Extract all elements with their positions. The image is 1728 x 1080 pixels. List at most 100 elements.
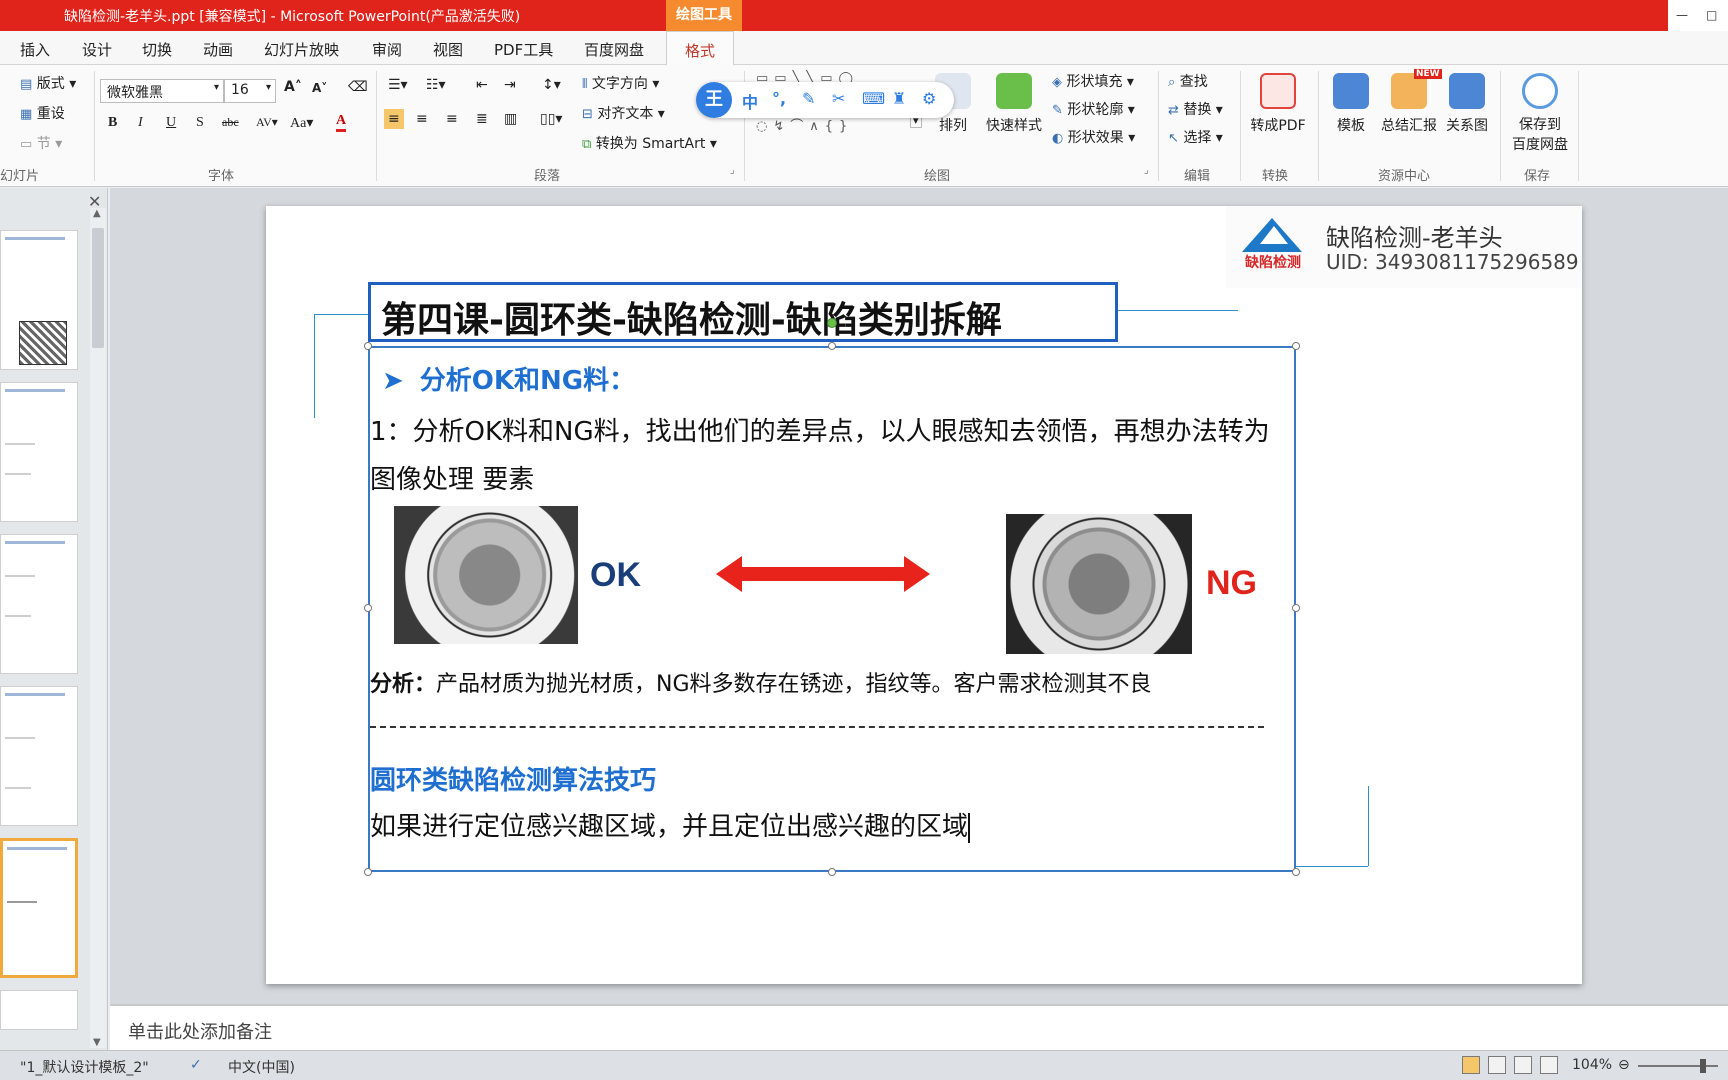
align-right-icon[interactable]: ≡ [446,111,458,127]
scroll-up-icon[interactable]: ▲ [93,208,101,219]
ok-label[interactable]: OK [590,556,641,595]
maximize-icon[interactable]: □ [1706,8,1717,22]
grow-font-icon[interactable]: A˄ [284,79,302,95]
resize-handle[interactable] [1292,342,1300,350]
change-case-icon[interactable]: Aa▾ [290,115,313,132]
slide-thumbnail[interactable] [0,534,78,674]
align-center-icon[interactable]: ≡ [416,111,428,127]
slide[interactable]: 缺陷检测 缺陷检测-老羊头 UID: 3493081175296589 第四课-… [266,206,1582,984]
strikethrough-icon[interactable]: abc [222,115,239,130]
settings-icon[interactable]: ⚙ [922,89,936,108]
analysis-paragraph[interactable]: 分析：产品材质为抛光材质，NG料多数存在锈迹，指纹等。客户需求检测其不良 [370,666,1280,698]
tab-transitions[interactable]: 切换 [142,39,172,60]
resize-handle[interactable] [828,868,836,876]
theme-name[interactable]: "1_默认设计模板_2" [20,1057,149,1077]
resize-handle[interactable] [1292,868,1300,876]
reading-view-icon[interactable] [1514,1056,1532,1074]
notes-pane[interactable]: 单击此处添加备注 [110,1004,1728,1050]
dialog-launcher-icon[interactable]: ⌟ [1144,165,1149,176]
dialog-launcher-icon[interactable]: ⌟ [730,165,735,176]
shrink-font-icon[interactable]: A˅ [312,81,327,95]
pen-icon[interactable]: ✎ [802,89,815,108]
tab-review[interactable]: 审阅 [372,39,402,60]
zoom-slider-track[interactable] [1638,1065,1718,1067]
columns-icon[interactable]: ▯▯▾ [540,111,562,127]
distributed-icon[interactable]: ▥ [504,111,517,127]
double-arrow-icon[interactable] [716,556,930,592]
line-spacing-icon[interactable]: ↕▾ [542,77,561,93]
shadow-icon[interactable]: S [196,115,204,131]
summary-report-button[interactable]: 总结汇报 [1376,73,1442,135]
tab-slideshow[interactable]: 幻灯片放映 [264,39,339,60]
resize-handle[interactable] [1292,604,1300,612]
tab-design[interactable]: 设计 [82,39,112,60]
decrease-indent-icon[interactable]: ⇤ [476,77,488,93]
justify-icon[interactable]: ≣ [476,111,488,127]
scroll-down-icon[interactable]: ▼ [93,1037,101,1048]
notes-placeholder[interactable]: 单击此处添加备注 [128,1018,272,1044]
underline-icon[interactable]: U [166,115,176,131]
ok-sample-image[interactable] [394,506,578,644]
align-left-icon[interactable]: ≡ [384,109,404,129]
convert-pdf-button[interactable]: 转成PDF [1246,73,1310,135]
select-button[interactable]: ↖ 选择 ▾ [1168,127,1223,147]
subheading-analysis[interactable]: ➤ 分析OK和NG料： [382,360,635,397]
keyboard-icon[interactable]: ⌨ [862,89,885,108]
minimize-icon[interactable]: — [1676,8,1688,22]
zoom-out-icon[interactable]: ⊖ [1618,1057,1630,1073]
shape-outline-button[interactable]: ✎ 形状轮廓 ▾ [1052,99,1135,119]
find-button[interactable]: ⌕ 查找 [1168,71,1208,91]
ng-sample-image[interactable] [1006,514,1192,654]
slide-thumbnail-selected[interactable] [0,838,78,978]
tab-baidu-disk[interactable]: 百度网盘 [584,39,644,60]
scissors-icon[interactable]: ✂ [832,89,845,108]
increase-indent-icon[interactable]: ⇥ [504,77,516,93]
save-baidu-button[interactable]: 保存到 百度网盘 [1504,73,1576,155]
subheading-algorithm[interactable]: 圆环类缺陷检测算法技巧 [370,760,656,797]
char-spacing-icon[interactable]: AV▾ [256,115,278,130]
paragraph-step1[interactable]: 1：分析OK料和NG料，找出他们的差异点，以人眼感知去领悟，再想办法转为 图像处… [370,408,1280,504]
punctuation-icon[interactable]: °, [772,89,786,108]
text-direction-button[interactable]: ⫴ 文字方向 ▾ [582,73,659,93]
slide-thumbnail[interactable] [0,230,78,370]
normal-view-icon[interactable] [1462,1056,1480,1074]
resize-handle[interactable] [364,604,372,612]
skin-icon[interactable]: ♜ [892,89,906,108]
spellcheck-icon[interactable]: ✓ [190,1057,202,1073]
font-color-icon[interactable]: A [336,113,347,132]
bullets-icon[interactable]: ☰▾ [388,77,408,93]
drawing-tools-context-tab[interactable]: 绘图工具 [666,0,742,31]
reset-button[interactable]: ▦ 重设 [20,103,65,123]
quick-styles-button[interactable]: 快速样式 [978,73,1050,135]
tab-insert[interactable]: 插入 [20,39,50,60]
resize-handle[interactable] [364,868,372,876]
ime-mode-toggle[interactable]: 中 [742,89,758,113]
font-name-combo[interactable]: 微软雅黑 ▾ [100,79,224,103]
slide-title[interactable]: 第四课-圆环类-缺陷检测-缺陷类别拆解 [381,291,1002,343]
slide-thumbnail[interactable] [0,686,78,826]
slideshow-icon[interactable] [1540,1056,1558,1074]
tab-animations[interactable]: 动画 [203,39,233,60]
numbering-icon[interactable]: ☷▾ [426,77,446,93]
convert-smartart-button[interactable]: ⧉ 转换为 SmartArt ▾ [582,133,717,153]
tab-format[interactable]: 格式 [666,31,735,65]
bold-icon[interactable]: B [108,115,117,131]
template-button[interactable]: 模板 [1326,73,1376,135]
clear-format-icon[interactable]: ⌫ [348,79,368,95]
language-indicator[interactable]: 中文(中国) [228,1057,295,1077]
layout-button[interactable]: ▤ 版式 ▾ [20,73,76,93]
paragraph-roi[interactable]: 如果进行定位感兴趣区域，并且定位出感兴趣的区域 [370,806,971,843]
relation-diagram-button[interactable]: 关系图 [1442,73,1492,135]
ime-toolbar[interactable]: 王 中 °, ✎ ✂ ⌨ ♜ ⚙ [696,82,954,118]
resize-handle[interactable] [828,342,836,350]
zoom-slider-handle[interactable] [1700,1059,1706,1073]
ime-logo[interactable]: 王 [696,82,732,118]
slide-thumbnail[interactable] [0,382,78,522]
slide-title-box[interactable]: 第四课-圆环类-缺陷检测-缺陷类别拆解 [368,282,1118,342]
scrollbar-thumb[interactable] [92,228,104,348]
italic-icon[interactable]: I [138,115,143,131]
slide-thumbnail[interactable] [0,990,78,1030]
tab-pdf-tools[interactable]: PDF工具 [494,39,553,60]
font-size-combo[interactable]: 16 ▾ [224,79,276,103]
tab-view[interactable]: 视图 [433,39,463,60]
